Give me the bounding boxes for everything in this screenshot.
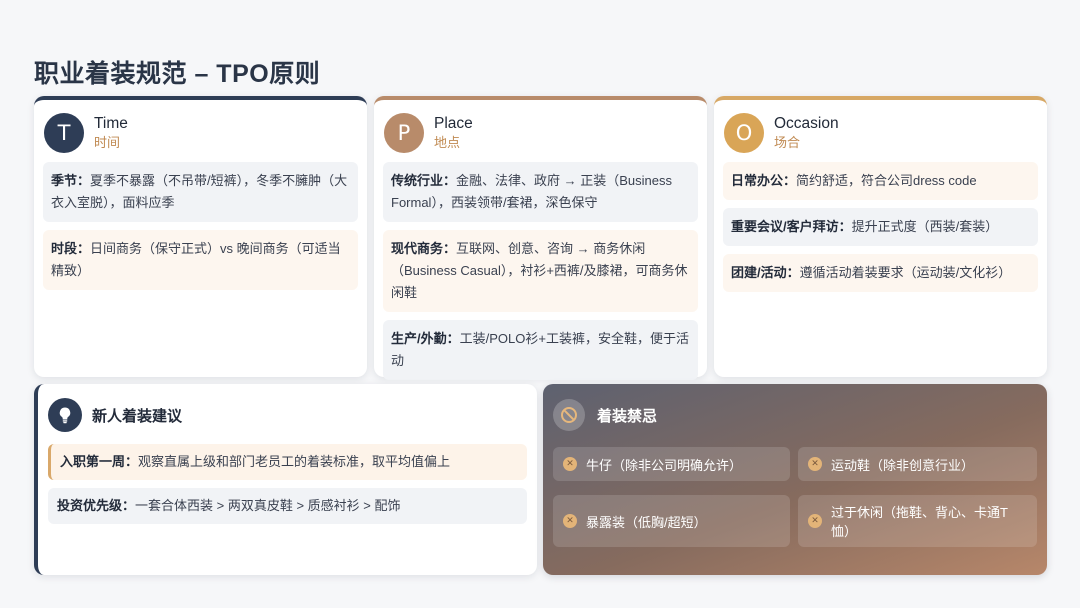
place-item-traditional: 传统行业：金融、法律、政府 → 正装（Business Formal），西装领带… [383,162,698,222]
taboo-grid: ✕ 牛仔（除非公司明确允许） ✕ 运动鞋（除非创意行业） ✕ 暴露装（低胸/超短… [553,447,1037,547]
taboo-item-text: 牛仔（除非公司明确允许） [586,457,743,473]
x-circle-icon: ✕ [808,457,822,471]
time-item-period: 时段：日间商务（保守正式）vs 晚间商务（可适当精致） [43,230,358,290]
occasion-card: O Occasion 场合 日常办公：简约舒适，符合公司dress code 重… [714,96,1047,377]
occasion-item-meeting: 重要会议/客户拜访：提升正式度（西装/套装） [723,208,1038,246]
occasion-card-title: Occasion [774,115,839,132]
item-text: 一套合体西装 > 两双真皮鞋 > 质感衬衫 > 配饰 [135,498,401,513]
item-text: 遵循活动着装要求（运动装/文化衫） [799,265,1012,280]
place-card-header: P Place 地点 [383,112,698,154]
x-circle-icon: ✕ [563,514,577,528]
item-text: 观察直属上级和部门老员工的着装标准，取平均值偏上 [138,454,451,469]
taboo-card: 着装禁忌 ✕ 牛仔（除非公司明确允许） ✕ 运动鞋（除非创意行业） ✕ 暴露装（… [543,384,1047,575]
occasion-badge: O [724,113,764,153]
taboo-item: ✕ 过于休闲（拖鞋、背心、卡通T恤） [798,495,1037,547]
item-text: 日间商务（保守正式）vs 晚间商务（可适当精致） [51,241,341,278]
x-circle-icon: ✕ [808,514,822,528]
advice-header: 新人着装建议 [48,398,527,432]
taboo-item-text: 暴露装（低胸/超短） [586,514,707,530]
time-card: T Time 时间 季节：夏季不暴露（不吊带/短裤），冬季不臃肿（大衣入室脱），… [34,96,367,377]
prohibited-icon [553,399,585,431]
item-label: 日常办公： [731,173,797,188]
advice-item-priority: 投资优先级：一套合体西装 > 两双真皮鞋 > 质感衬衫 > 配饰 [48,488,527,524]
taboo-item: ✕ 暴露装（低胸/超短） [553,495,790,547]
place-item-production: 生产/外勤：工装/POLO衫+工装裤，安全鞋，便于活动 [383,320,698,380]
item-label: 投资优先级： [57,498,136,513]
item-label: 团建/活动： [731,265,800,280]
place-item-modern: 现代商务：互联网、创意、咨询 → 商务休闲（Business Casual），衬… [383,230,698,312]
item-label: 生产/外勤： [391,331,460,346]
occasion-card-header: O Occasion 场合 [723,112,1038,154]
taboo-item: ✕ 运动鞋（除非创意行业） [798,447,1037,481]
advice-card: 新人着装建议 入职第一周：观察直属上级和部门老员工的着装标准，取平均值偏上 投资… [34,384,537,575]
lightbulb-icon [48,398,82,432]
item-label: 现代商务： [391,241,457,256]
item-text: 简约舒适，符合公司dress code [796,173,977,188]
occasion-item-daily: 日常办公：简约舒适，符合公司dress code [723,162,1038,200]
taboo-header: 着装禁忌 [553,398,1037,432]
occasion-card-subtitle: 场合 [774,135,801,150]
place-card-title: Place [434,115,473,132]
item-text: 提升正式度（西装/套装） [851,219,999,234]
time-card-subtitle: 时间 [94,135,121,150]
taboo-title: 着装禁忌 [597,407,658,425]
occasion-item-event: 团建/活动：遵循活动着装要求（运动装/文化衫） [723,254,1038,292]
page-title: 职业着装规范 – TPO原则 [34,60,321,88]
taboo-item-text: 过于休闲（拖鞋、背心、卡通T恤） [831,505,1008,539]
item-label: 入职第一周： [60,454,139,469]
time-badge: T [44,113,84,153]
time-card-title: Time [94,115,128,132]
advice-item-first-week: 入职第一周：观察直属上级和部门老员工的着装标准，取平均值偏上 [48,444,527,480]
x-circle-icon: ✕ [563,457,577,471]
advice-title: 新人着装建议 [92,407,183,425]
item-label: 传统行业： [391,173,457,188]
taboo-item: ✕ 牛仔（除非公司明确允许） [553,447,790,481]
item-label: 季节： [51,173,91,188]
time-card-header: T Time 时间 [43,112,358,154]
place-card-subtitle: 地点 [434,135,461,150]
item-label: 重要会议/客户拜访： [731,219,852,234]
time-item-season: 季节：夏季不暴露（不吊带/短裤），冬季不臃肿（大衣入室脱），面料应季 [43,162,358,222]
place-card: P Place 地点 传统行业：金融、法律、政府 → 正装（Business F… [374,96,707,380]
item-label: 时段： [51,241,91,256]
taboo-item-text: 运动鞋（除非创意行业） [831,457,975,473]
place-badge: P [384,113,424,153]
item-text: 夏季不暴露（不吊带/短裤），冬季不臃肿（大衣入室脱），面料应季 [51,173,348,210]
